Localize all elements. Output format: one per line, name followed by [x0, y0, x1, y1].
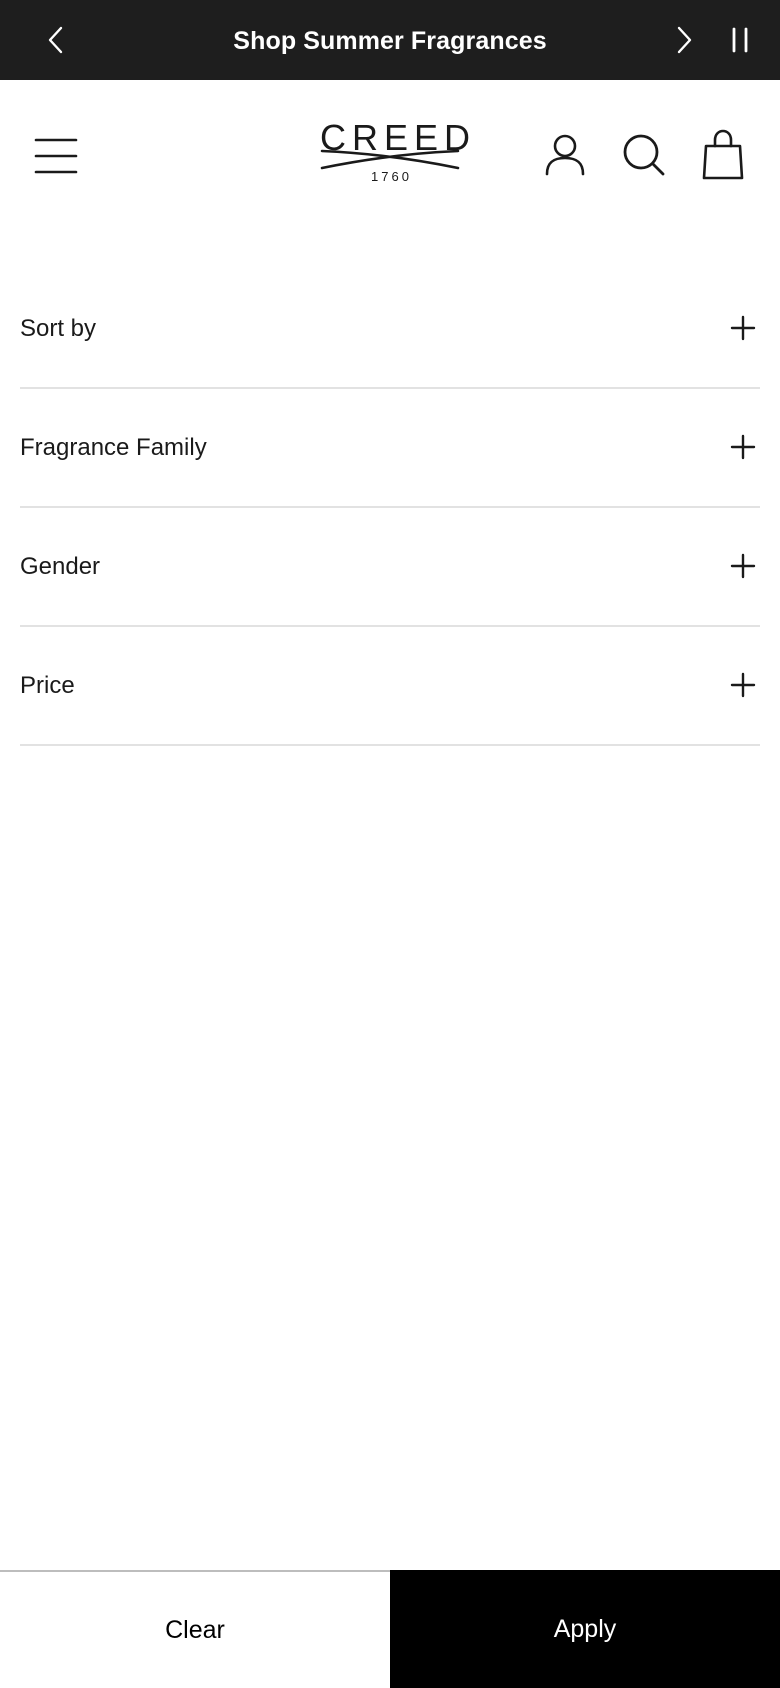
chevron-right-icon [677, 26, 692, 54]
filter-gender[interactable]: Gender [20, 508, 760, 627]
apply-button[interactable]: Apply [390, 1570, 780, 1688]
search-button[interactable] [619, 130, 669, 180]
promo-next-button[interactable] [668, 20, 700, 60]
filter-fragrance-family[interactable]: Fragrance Family [20, 389, 760, 508]
plus-icon [730, 434, 756, 460]
site-header: CREED 1760 [0, 80, 780, 230]
creed-logo[interactable]: CREED 1760 [314, 120, 470, 190]
filter-actions: Clear Apply [0, 1570, 780, 1688]
filter-label: Fragrance Family [20, 434, 207, 461]
plus-icon [730, 672, 756, 698]
filter-sort-by[interactable]: Sort by [20, 270, 760, 389]
shopping-bag-icon [702, 129, 744, 180]
logo-year: 1760 [371, 169, 412, 184]
crossed-swords-icon [320, 149, 460, 170]
clear-button[interactable]: Clear [0, 1570, 390, 1688]
filter-list: Sort by Fragrance Family Gender Price [20, 270, 760, 746]
filter-label: Price [20, 672, 75, 699]
user-icon [545, 134, 585, 176]
plus-icon [730, 315, 756, 341]
menu-button[interactable] [30, 130, 82, 182]
promo-bar: Shop Summer Fragrances [0, 0, 780, 80]
promo-text[interactable]: Shop Summer Fragrances [0, 0, 780, 80]
account-button[interactable] [540, 130, 590, 180]
hamburger-menu-icon [34, 138, 78, 174]
plus-icon [730, 553, 756, 579]
filter-label: Sort by [20, 315, 97, 342]
filter-price[interactable]: Price [20, 627, 760, 746]
pause-icon [732, 27, 748, 53]
bag-button[interactable] [698, 128, 748, 182]
promo-pause-button[interactable] [724, 20, 756, 60]
filter-label: Gender [20, 553, 101, 580]
search-icon [623, 134, 665, 176]
